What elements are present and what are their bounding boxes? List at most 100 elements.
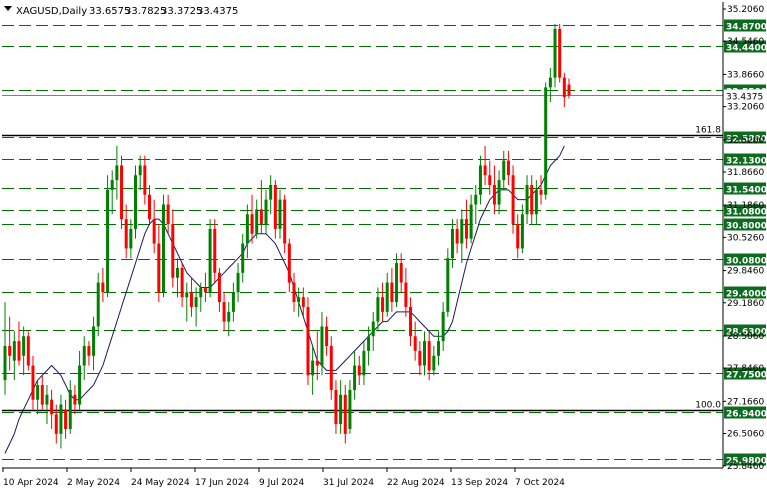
candle-body bbox=[534, 189, 538, 215]
candle-body bbox=[329, 346, 333, 390]
candle-body bbox=[455, 228, 459, 244]
current-price-label: 33.4375 bbox=[726, 93, 763, 103]
candle-body bbox=[36, 385, 40, 400]
y-tick-label: 30.5260 bbox=[727, 233, 764, 243]
candle-body bbox=[418, 350, 422, 366]
candle-body bbox=[134, 175, 138, 229]
x-tick-label: 13 Sep 2024 bbox=[451, 478, 508, 488]
candle bbox=[50, 389, 54, 429]
candle-body bbox=[26, 336, 30, 366]
candle-body bbox=[73, 394, 77, 405]
candle-body bbox=[343, 394, 347, 434]
candle-body bbox=[3, 346, 7, 381]
y-tick-label: 29.8460 bbox=[727, 267, 764, 277]
axes-layer: 35.2060 34.5460 33.8660 33.2060 32.5260 31.86… bbox=[2, 2, 764, 488]
candle bbox=[255, 199, 259, 239]
candle bbox=[404, 267, 408, 317]
x-tick-label: 2 May 2024 bbox=[67, 478, 120, 488]
candle-body bbox=[483, 165, 487, 176]
candle bbox=[558, 23, 562, 83]
candle bbox=[413, 321, 417, 361]
dropdown-arrow-icon[interactable] bbox=[4, 6, 12, 11]
candle-body bbox=[245, 214, 249, 244]
candle-body bbox=[180, 267, 184, 298]
candle bbox=[525, 175, 529, 225]
candle-body bbox=[311, 360, 315, 376]
candle bbox=[203, 272, 207, 303]
candle bbox=[469, 194, 473, 244]
candle-body bbox=[436, 341, 440, 356]
candle-body bbox=[544, 87, 548, 195]
candle bbox=[492, 165, 496, 215]
candle bbox=[208, 219, 212, 298]
candle bbox=[423, 331, 427, 376]
candle bbox=[562, 72, 566, 107]
candle-body bbox=[101, 282, 105, 293]
candle bbox=[250, 194, 254, 244]
price-chart[interactable]: 34.870034.440033.550032.580032.130031.54… bbox=[0, 0, 767, 494]
candle-body bbox=[189, 292, 193, 307]
candle bbox=[325, 316, 329, 356]
candle-body bbox=[259, 209, 263, 225]
candle-body bbox=[339, 394, 343, 425]
candle-body bbox=[390, 282, 394, 303]
candle bbox=[92, 316, 96, 371]
candle bbox=[287, 238, 291, 293]
candle bbox=[217, 267, 221, 312]
y-tick-label: 29.1860 bbox=[727, 299, 764, 309]
candle-body bbox=[446, 258, 450, 312]
candle-body bbox=[469, 204, 473, 239]
candle-body bbox=[264, 199, 268, 225]
candle-body bbox=[157, 243, 161, 293]
candle-body bbox=[217, 272, 221, 303]
candle-body bbox=[166, 204, 170, 225]
candle bbox=[180, 263, 184, 307]
candle-body bbox=[12, 341, 16, 361]
candle bbox=[539, 175, 543, 205]
candle-body bbox=[78, 365, 82, 405]
candle bbox=[278, 189, 282, 239]
candle bbox=[362, 341, 366, 386]
candle-body bbox=[22, 336, 26, 356]
candle bbox=[329, 336, 333, 400]
candle bbox=[474, 184, 478, 225]
candle-body bbox=[497, 180, 501, 205]
candle-body bbox=[488, 175, 492, 185]
x-tick-label: 10 Apr 2024 bbox=[3, 478, 59, 488]
candle-body bbox=[185, 292, 189, 298]
candle bbox=[483, 145, 487, 185]
candle bbox=[87, 341, 91, 366]
candle bbox=[36, 380, 40, 415]
candle bbox=[3, 302, 7, 395]
candle bbox=[343, 385, 347, 444]
candle bbox=[101, 267, 105, 303]
level-label: 34.8700 bbox=[726, 23, 767, 33]
candle-body bbox=[441, 311, 445, 342]
candle bbox=[106, 175, 110, 298]
candle bbox=[152, 199, 156, 254]
candle-body bbox=[506, 160, 510, 176]
candle bbox=[385, 272, 389, 317]
candle bbox=[17, 321, 21, 366]
candle bbox=[64, 399, 68, 439]
candle-body bbox=[213, 228, 217, 273]
candle-body bbox=[315, 360, 319, 366]
y-tick-label: 33.8660 bbox=[727, 70, 764, 80]
level-label: 31.5400 bbox=[726, 186, 767, 196]
candle-body bbox=[227, 311, 231, 322]
candle-body bbox=[404, 282, 408, 307]
y-tick-label: 31.1860 bbox=[727, 201, 764, 211]
candle bbox=[311, 346, 315, 395]
candle bbox=[78, 350, 82, 410]
candle bbox=[455, 219, 459, 254]
candle-body bbox=[548, 77, 552, 88]
level-lines-layer: 34.870034.440033.550032.580032.130031.54… bbox=[2, 19, 767, 467]
candle-body bbox=[143, 165, 147, 195]
candle bbox=[478, 155, 482, 205]
candle bbox=[236, 263, 240, 303]
candle bbox=[418, 341, 422, 376]
candle-body bbox=[203, 287, 207, 293]
candle bbox=[189, 277, 193, 317]
candle-body bbox=[68, 389, 72, 429]
candle bbox=[157, 224, 161, 303]
